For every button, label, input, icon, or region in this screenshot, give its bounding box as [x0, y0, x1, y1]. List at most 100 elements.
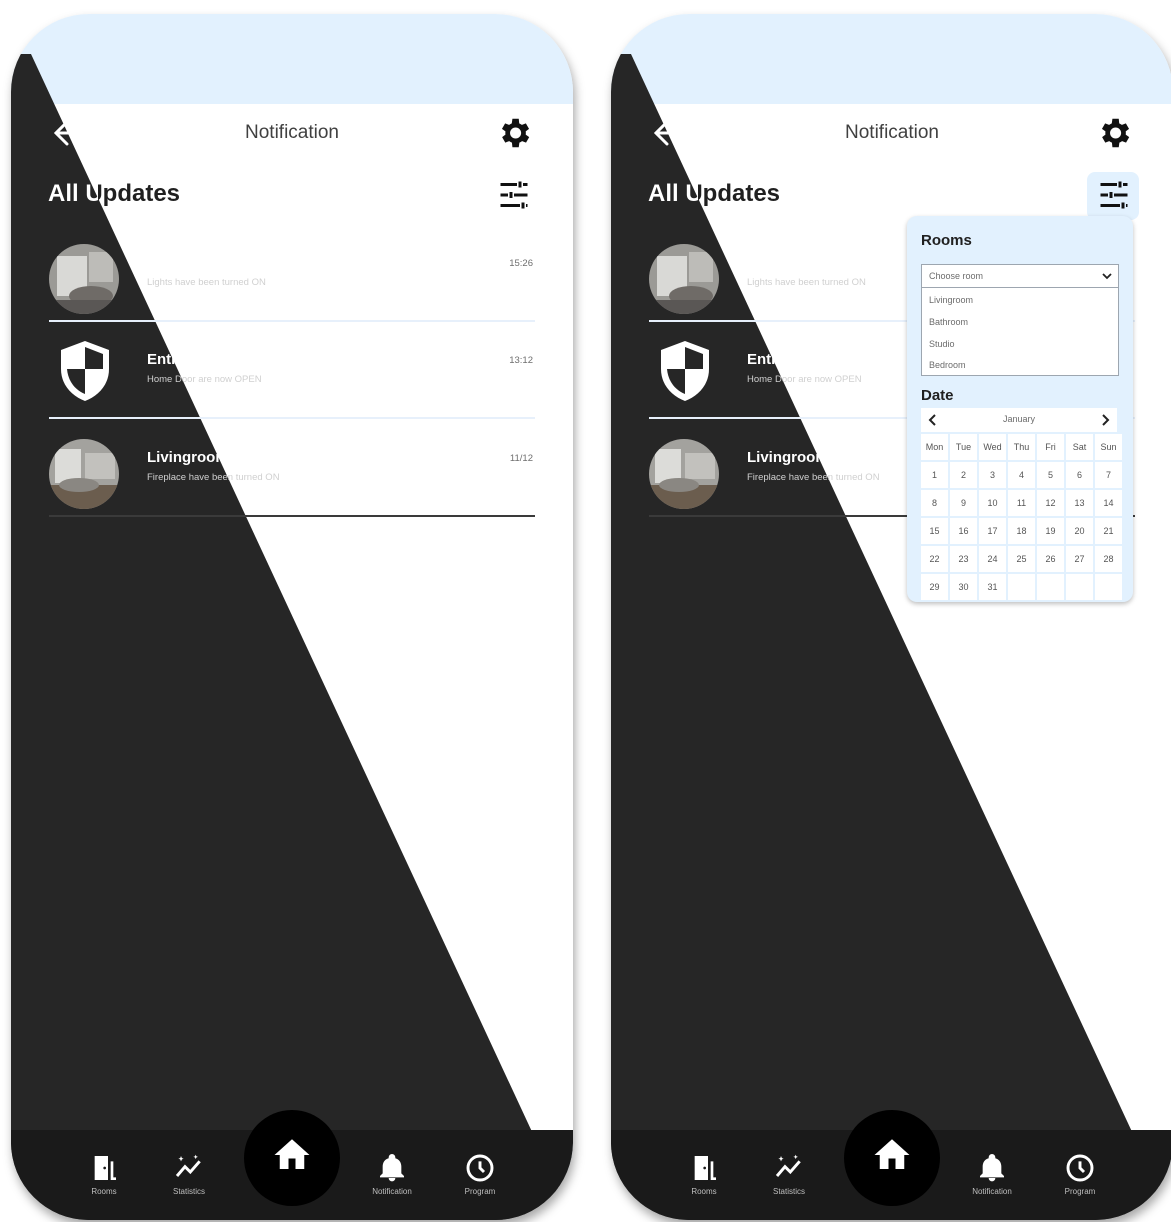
calendar-day[interactable]: 5 [1037, 462, 1064, 488]
weekday-label: Thu [1008, 434, 1035, 460]
notification-message: Lights have been turned ON [147, 277, 266, 288]
page-title: Notification [245, 122, 339, 143]
calendar-day[interactable]: 22 [921, 546, 948, 572]
row-divider [49, 515, 535, 517]
home-icon [274, 1139, 310, 1169]
calendar-day[interactable]: 13 [1066, 490, 1093, 516]
weekday-label: Tue [950, 434, 977, 460]
shield-icon [661, 341, 709, 401]
calendar-header: January [921, 408, 1117, 432]
notification-row[interactable]: Bathroom Lights have been turned ON 15:2… [49, 226, 535, 322]
row-divider [49, 320, 535, 322]
chevron-down-icon [1102, 273, 1112, 280]
calendar-day[interactable]: 6 [1066, 462, 1093, 488]
nav-statistics[interactable]: Statistics [149, 1152, 229, 1196]
nav-notification[interactable]: Notification [352, 1152, 432, 1196]
gear-icon[interactable] [495, 114, 533, 152]
calendar-day[interactable]: 28 [1095, 546, 1122, 572]
section-title: All Updates [48, 180, 181, 207]
calendar-grid: Mon Tue Wed Thu Fri Sat Sun 1 2 3 4 5 6 7 8 9 10 11 12 13 14… [921, 434, 1125, 600]
calendar-day[interactable]: 3 [979, 462, 1006, 488]
calendar-day[interactable]: 24 [979, 546, 1006, 572]
notification-title: Bathroom [147, 254, 218, 271]
shield-icon [61, 341, 109, 401]
calendar-day[interactable]: 11 [1008, 490, 1035, 516]
notification-title: Livingroom [147, 449, 229, 466]
chart-icon [175, 1154, 201, 1177]
door-icon [94, 1156, 116, 1180]
calendar-day[interactable]: 19 [1037, 518, 1064, 544]
nav-rooms[interactable]: Rooms [664, 1152, 744, 1196]
calendar-day[interactable]: 27 [1066, 546, 1093, 572]
home-icon [874, 1139, 910, 1169]
weekday-label: Fri [1037, 434, 1064, 460]
notification-message: Home Door are now OPEN [747, 374, 862, 385]
filter-sliders-icon[interactable] [496, 177, 532, 213]
calendar-day[interactable]: 14 [1095, 490, 1122, 516]
calendar-day[interactable]: 10 [979, 490, 1006, 516]
calendar-empty-cell [1037, 574, 1064, 600]
calendar-day[interactable]: 9 [950, 490, 977, 516]
nav-program[interactable]: Program [1040, 1152, 1120, 1196]
calendar-day[interactable]: 23 [950, 546, 977, 572]
calendar-month: January [1002, 414, 1036, 424]
chevron-right-icon[interactable] [1099, 413, 1111, 427]
calendar-day[interactable]: 7 [1095, 462, 1122, 488]
calendar-day[interactable]: 17 [979, 518, 1006, 544]
rooms-heading: Rooms [921, 232, 972, 249]
weekday-label: Wed [979, 434, 1006, 460]
calendar-day[interactable]: 30 [950, 574, 977, 600]
notification-title: Bathroom [747, 254, 818, 271]
home-button[interactable] [844, 1110, 940, 1206]
notification-message: Fireplace have been turned ON [147, 472, 280, 483]
home-button[interactable] [244, 1110, 340, 1206]
bell-icon [380, 1154, 404, 1182]
filter-sliders-icon[interactable] [1096, 177, 1132, 213]
notification-title: Livingroom [747, 449, 829, 466]
calendar-day[interactable]: 4 [1008, 462, 1035, 488]
calendar-empty-cell [1066, 574, 1093, 600]
notification-row[interactable]: Entrance Home Door are now OPEN 13:12 [49, 323, 535, 419]
notification-time: 13:12 [509, 355, 533, 366]
page-title: Notification [845, 122, 939, 143]
calendar-day[interactable]: 25 [1008, 546, 1035, 572]
room-select-placeholder: Choose room [929, 271, 984, 281]
room-option[interactable]: Studio [929, 339, 955, 349]
calendar-day[interactable]: 29 [921, 574, 948, 600]
calendar-day[interactable]: 1 [921, 462, 948, 488]
calendar-day[interactable]: 15 [921, 518, 948, 544]
calendar-day[interactable]: 8 [921, 490, 948, 516]
phone-notification-filter-screen: Notification All Updates Bathroom Lights… [611, 14, 1171, 1220]
room-select[interactable]: Choose room Livingroom Bathroom Studio B… [921, 264, 1119, 376]
weekday-label: Sun [1095, 434, 1122, 460]
gear-icon[interactable] [1095, 114, 1133, 152]
calendar-day[interactable]: 2 [950, 462, 977, 488]
notification-row[interactable]: Livingroom Fireplace have been turned ON… [49, 421, 535, 517]
calendar-day[interactable]: 12 [1037, 490, 1064, 516]
notification-title: Entrance [147, 351, 212, 368]
nav-statistics[interactable]: Statistics [749, 1152, 829, 1196]
clock-icon [466, 1154, 494, 1182]
calendar-day[interactable]: 20 [1066, 518, 1093, 544]
date-heading: Date [921, 387, 954, 404]
room-option[interactable]: Livingroom [929, 295, 973, 305]
calendar-day[interactable]: 16 [950, 518, 977, 544]
notification-message: Home Door are now OPEN [147, 374, 262, 385]
phone-notification-screen: Notification All Updates Bathroom Lights… [11, 14, 573, 1220]
nav-notification[interactable]: Notification [952, 1152, 1032, 1196]
livingroom-room-photo [49, 439, 119, 509]
notification-message: Fireplace have been turned ON [747, 472, 880, 483]
notification-time: 11/12 [509, 453, 533, 464]
weekday-label: Sat [1066, 434, 1093, 460]
room-option[interactable]: Bathroom [929, 317, 968, 327]
notification-title: Entrance [747, 351, 812, 368]
calendar-day[interactable]: 21 [1095, 518, 1122, 544]
nav-program[interactable]: Program [440, 1152, 520, 1196]
calendar-day[interactable]: 18 [1008, 518, 1035, 544]
nav-rooms[interactable]: Rooms [64, 1152, 144, 1196]
calendar-day[interactable]: 31 [979, 574, 1006, 600]
calendar-day[interactable]: 26 [1037, 546, 1064, 572]
room-option[interactable]: Bedroom [929, 360, 966, 370]
weekday-label: Mon [921, 434, 948, 460]
calendar-empty-cell [1095, 574, 1122, 600]
